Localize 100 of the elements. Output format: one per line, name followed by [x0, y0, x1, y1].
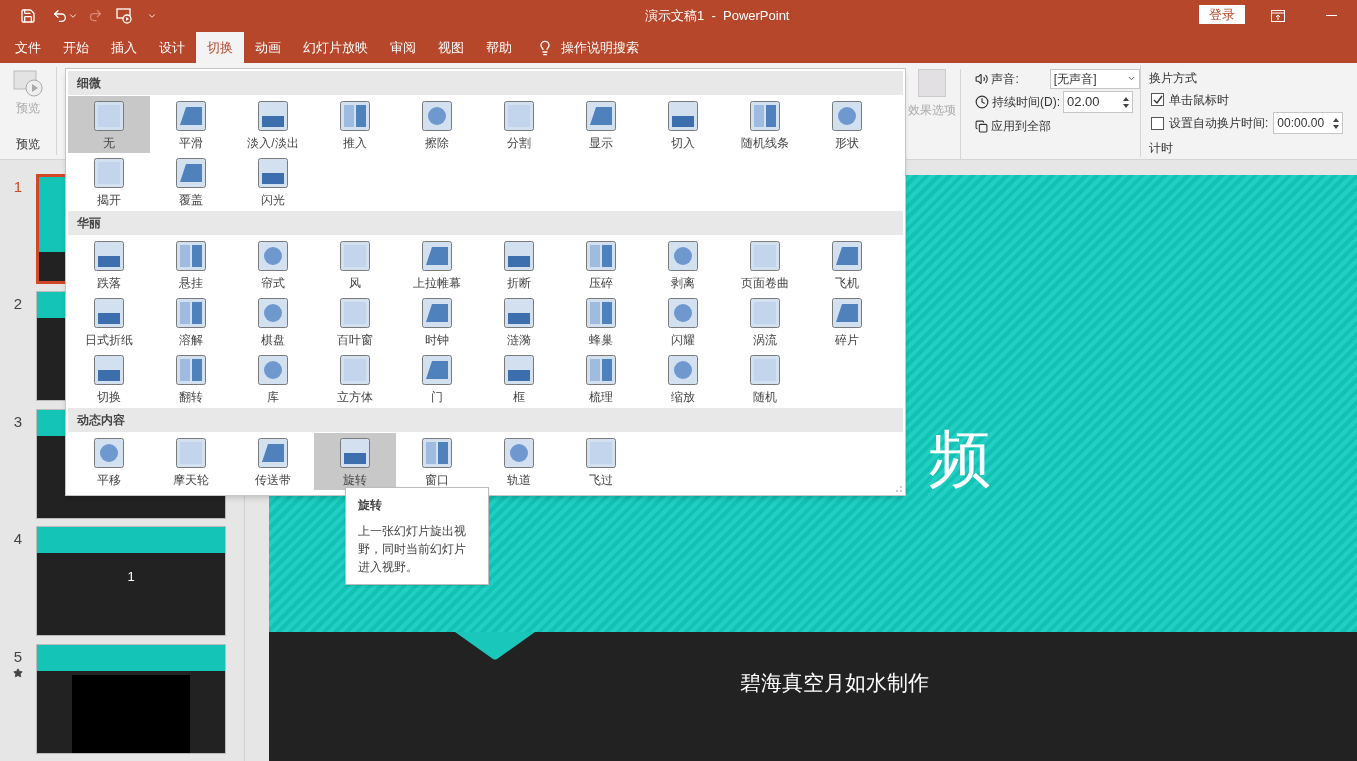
transition-icon: [340, 438, 370, 468]
transition-option[interactable]: 库: [232, 350, 314, 407]
sound-label: 声音:: [991, 70, 1020, 88]
presentation-icon[interactable]: [115, 6, 133, 25]
ribbon-tab[interactable]: 设计: [148, 32, 196, 63]
transition-icon: [668, 298, 698, 328]
ribbon-display-icon[interactable]: [1271, 9, 1285, 22]
transition-option[interactable]: 折断: [478, 236, 560, 293]
transition-option[interactable]: 页面卷曲: [724, 236, 806, 293]
transition-option[interactable]: 随机线条: [724, 96, 806, 153]
ribbon-tab[interactable]: 帮助: [475, 32, 523, 63]
transition-option[interactable]: 涟漪: [478, 293, 560, 350]
transition-icon: [422, 101, 452, 131]
ribbon-tab[interactable]: 切换: [196, 32, 244, 63]
clock-icon: [975, 95, 989, 109]
transition-option[interactable]: 轨道: [478, 433, 560, 490]
transition-option[interactable]: 帘式: [232, 236, 314, 293]
transition-option[interactable]: 传送带: [232, 433, 314, 490]
transition-option[interactable]: 上拉帷幕: [396, 236, 478, 293]
transition-option[interactable]: 旋转: [314, 433, 396, 490]
transition-icon: [832, 241, 862, 271]
transition-option[interactable]: 悬挂: [150, 236, 232, 293]
ribbon-tab[interactable]: 动画: [244, 32, 292, 63]
transition-option[interactable]: 切换: [68, 350, 150, 407]
slide-thumbnail[interactable]: [36, 643, 226, 754]
transition-option[interactable]: 门: [396, 350, 478, 407]
transition-option[interactable]: 显示: [560, 96, 642, 153]
checkbox[interactable]: [1151, 93, 1164, 106]
minimize-icon[interactable]: [1326, 14, 1337, 17]
save-icon[interactable]: [20, 7, 36, 24]
ribbon-tab[interactable]: 视图: [427, 32, 475, 63]
checkbox[interactable]: [1151, 116, 1164, 130]
transition-option[interactable]: 跌落: [68, 236, 150, 293]
transition-option[interactable]: 棋盘: [232, 293, 314, 350]
check-icon: [1152, 94, 1163, 105]
transition-option[interactable]: 剥离: [642, 236, 724, 293]
transition-icon: [176, 158, 206, 188]
transition-option[interactable]: 揭开: [68, 153, 150, 210]
transition-icon: [176, 101, 206, 131]
transition-option[interactable]: 溶解: [150, 293, 232, 350]
resize-grip-icon[interactable]: [895, 485, 903, 493]
transition-option[interactable]: 碎片: [806, 293, 888, 350]
duration-spinner[interactable]: 02.00: [1063, 91, 1133, 113]
ribbon-tab[interactable]: 插入: [100, 32, 148, 63]
transition-option[interactable]: 翻转: [150, 350, 232, 407]
transition-option[interactable]: 涡流: [724, 293, 806, 350]
ribbon-tab[interactable]: 开始: [52, 32, 100, 63]
sound-dropdown[interactable]: [无声音]: [1049, 68, 1140, 89]
ribbon-tab[interactable]: 审阅: [379, 32, 427, 63]
gallery-section-header: 华丽: [68, 211, 903, 235]
transition-option[interactable]: 分割: [478, 96, 560, 153]
transition-option[interactable]: 形状: [806, 96, 888, 153]
transition-icon: [750, 298, 780, 328]
ribbon-tab[interactable]: 幻灯片放映: [292, 32, 379, 63]
transition-option[interactable]: 闪光: [232, 153, 314, 210]
transition-option[interactable]: 百叶窗: [314, 293, 396, 350]
transition-icon: [258, 101, 288, 131]
transition-option[interactable]: 飞过: [560, 433, 642, 490]
transition-option[interactable]: 缩放: [642, 350, 724, 407]
transition-option[interactable]: 立方体: [314, 350, 396, 407]
transition-option[interactable]: 平移: [68, 433, 150, 490]
transition-option[interactable]: 切入: [642, 96, 724, 153]
slide-number: 2: [13, 294, 23, 315]
transition-icon: [258, 158, 288, 188]
undo-icon[interactable]: [52, 7, 68, 24]
transition-option[interactable]: 随机: [724, 350, 806, 407]
transition-option[interactable]: 平滑: [150, 96, 232, 153]
transition-option[interactable]: 风: [314, 236, 396, 293]
transition-icon: [94, 298, 124, 328]
transition-option[interactable]: 框: [478, 350, 560, 407]
time-spinner[interactable]: 00:00.00: [1273, 112, 1344, 134]
sign-in-button[interactable]: 登录: [1199, 5, 1245, 24]
tell-me-search[interactable]: 操作说明搜索: [561, 37, 639, 58]
checkbox-label: 设置自动换片时间:: [1169, 115, 1269, 132]
gallery-section-header: 细微: [68, 71, 903, 95]
transition-option[interactable]: 飞机: [806, 236, 888, 293]
transition-option[interactable]: 摩天轮: [150, 433, 232, 490]
transition-icon: [422, 241, 452, 271]
transition-option[interactable]: 无: [68, 96, 150, 153]
transition-option[interactable]: 梳理: [560, 350, 642, 407]
transition-option[interactable]: 推入: [314, 96, 396, 153]
transition-option[interactable]: 淡入/淡出: [232, 96, 314, 153]
gallery-section-header: 动态内容: [68, 408, 903, 432]
transition-option[interactable]: 压碎: [560, 236, 642, 293]
slide-thumbnail[interactable]: 1: [36, 526, 226, 637]
group-label: 计时: [1149, 140, 1174, 157]
ribbon-tab[interactable]: 文件: [4, 32, 52, 63]
transition-option[interactable]: 覆盖: [150, 153, 232, 210]
transition-icon: [586, 101, 616, 131]
transition-option[interactable]: 时钟: [396, 293, 478, 350]
apply-all-button[interactable]: 应用到全部: [991, 117, 1051, 135]
transition-option[interactable]: 闪耀: [642, 293, 724, 350]
transition-option[interactable]: 蜂巢: [560, 293, 642, 350]
transition-option[interactable]: 擦除: [396, 96, 478, 153]
slide-number: 1: [13, 177, 23, 197]
slide-title: 频: [929, 421, 991, 497]
checkbox-label: 单击鼠标时: [1169, 91, 1229, 109]
transition-option[interactable]: 日式折纸: [68, 293, 150, 350]
slide-number: 4: [13, 529, 23, 550]
transition-icon: [94, 158, 124, 188]
